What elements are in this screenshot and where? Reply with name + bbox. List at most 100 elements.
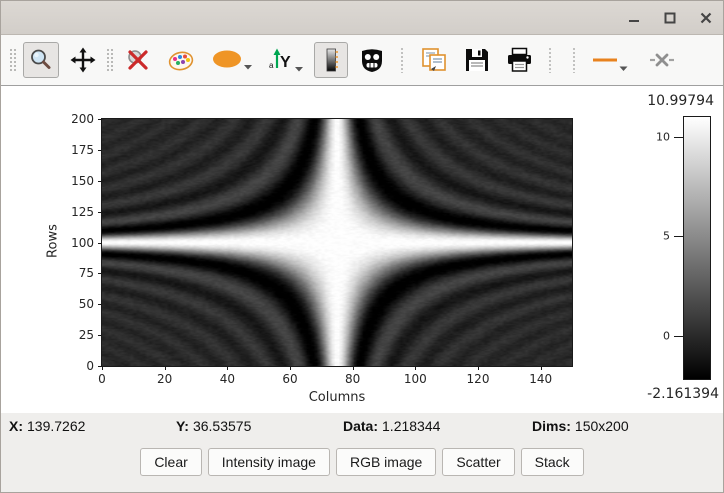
footer-buttons: Clear Intensity image RGB image Scatter … [1, 448, 723, 476]
clear-button[interactable]: Clear [140, 448, 201, 476]
x-tick-label: 0 [98, 372, 106, 386]
y-tick-mark [98, 150, 102, 151]
toolbar-separator [400, 47, 405, 73]
save-button[interactable] [459, 42, 495, 78]
y-tick-mark [98, 304, 102, 305]
image-plot[interactable]: Columns Rows 020406080100120140025507510… [101, 118, 573, 367]
x-tick-mark [227, 366, 228, 370]
x-tick-label: 80 [345, 372, 360, 386]
close-icon [700, 12, 712, 24]
colorbar-tick-label: 5 [663, 230, 670, 243]
svg-text:a: a [269, 61, 274, 70]
save-icon [464, 47, 490, 73]
y-tick-label: 25 [79, 328, 94, 342]
x-tick-label: 100 [404, 372, 427, 386]
window-controls [623, 1, 717, 34]
x-tick-mark [415, 366, 416, 370]
y-tick-mark [98, 366, 102, 367]
colorbar-tick-mark [674, 236, 684, 237]
y-tick-label: 75 [79, 266, 94, 280]
figure-canvas-area: Columns Rows 020406080100120140025507510… [1, 86, 724, 413]
y-tick-mark [98, 212, 102, 213]
y-autoscale-button[interactable]: a Y [263, 42, 308, 78]
y-tick-mark [98, 181, 102, 182]
mask-tool-button[interactable] [354, 42, 390, 78]
print-button[interactable] [501, 42, 538, 78]
y-tick-label: 175 [71, 143, 94, 157]
line-profile-button[interactable] [587, 42, 633, 78]
chevron-down-icon [295, 66, 303, 72]
ellipse-roi-button[interactable] [206, 44, 257, 76]
colormap-palette-button[interactable] [162, 42, 200, 78]
statusbar: X:139.7262 Y:36.53575 Data:1.218344 Dims… [1, 413, 723, 439]
close-button[interactable] [695, 7, 717, 29]
toolbar-separator [572, 47, 577, 73]
x-tick-label: 20 [157, 372, 172, 386]
copy-annotation-icon [420, 47, 448, 73]
chevron-down-icon [619, 65, 628, 72]
zoom-reset-button[interactable] [120, 42, 156, 78]
print-icon [506, 47, 533, 73]
y-tick-label: 0 [86, 359, 94, 373]
colorbar-tick-mark [674, 336, 684, 337]
minimize-icon [628, 12, 640, 24]
x-tick-label: 120 [467, 372, 490, 386]
y-tick-mark [98, 335, 102, 336]
x-tick-label: 140 [529, 372, 552, 386]
pan-icon [70, 47, 96, 73]
y-autoscale-icon: a Y [268, 47, 294, 73]
toolbar-drag-handle[interactable] [106, 47, 113, 73]
x-tick-mark [478, 366, 479, 370]
status-dims-value: 150x200 [575, 418, 629, 434]
x-tick-mark [290, 366, 291, 370]
maximize-button[interactable] [659, 7, 681, 29]
remove-profile-button[interactable] [644, 42, 680, 78]
x-tick-mark [102, 366, 103, 370]
status-y-value: 36.53575 [193, 418, 251, 434]
x-tick-label: 60 [282, 372, 297, 386]
status-y: Y:36.53575 [176, 418, 251, 434]
status-y-label: Y: [176, 418, 189, 434]
pan-tool-button[interactable] [65, 42, 101, 78]
colorbar-tick-mark [674, 137, 684, 138]
status-x-value: 139.7262 [27, 418, 85, 434]
x-tick-mark [165, 366, 166, 370]
y-tick-mark [98, 119, 102, 120]
status-dims-label: Dims: [532, 418, 571, 434]
x-tick-label: 40 [220, 372, 235, 386]
ellipse-roi-icon [211, 49, 243, 71]
x-tick-mark [353, 366, 354, 370]
colorbar-tick-label: 10 [656, 130, 670, 143]
copy-annotation-button[interactable] [415, 42, 453, 78]
minimize-button[interactable] [623, 7, 645, 29]
zoom-tool-button[interactable] [23, 42, 59, 78]
intensity-image-button[interactable]: Intensity image [208, 448, 330, 476]
status-x-label: X: [9, 418, 23, 434]
chevron-down-icon [244, 64, 252, 70]
y-tick-label: 200 [71, 112, 94, 126]
maximize-icon [664, 12, 676, 24]
line-profile-icon [592, 47, 618, 73]
y-tick-mark [98, 243, 102, 244]
zoom-reset-icon [125, 47, 151, 73]
zoom-icon [28, 47, 54, 73]
y-tick-label: 100 [71, 236, 94, 250]
colorbar-tick-label: 0 [663, 329, 670, 342]
scatter-button[interactable]: Scatter [442, 448, 514, 476]
stack-button[interactable]: Stack [521, 448, 584, 476]
remove-profile-icon [649, 47, 675, 73]
titlebar [1, 1, 723, 35]
status-dims: Dims:150x200 [532, 418, 629, 434]
status-x: X:139.7262 [9, 418, 85, 434]
svg-text:Y: Y [280, 54, 291, 71]
status-data-label: Data: [343, 418, 378, 434]
y-axis-label: Rows [45, 224, 60, 258]
heatmap-canvas[interactable] [102, 119, 572, 366]
colorbar-toggle-button[interactable] [314, 42, 348, 78]
y-tick-mark [98, 273, 102, 274]
colorbar-toggle-icon [319, 47, 343, 73]
y-tick-label: 125 [71, 205, 94, 219]
y-tick-label: 50 [79, 297, 94, 311]
toolbar-drag-handle[interactable] [9, 47, 16, 73]
rgb-image-button[interactable]: RGB image [336, 448, 436, 476]
